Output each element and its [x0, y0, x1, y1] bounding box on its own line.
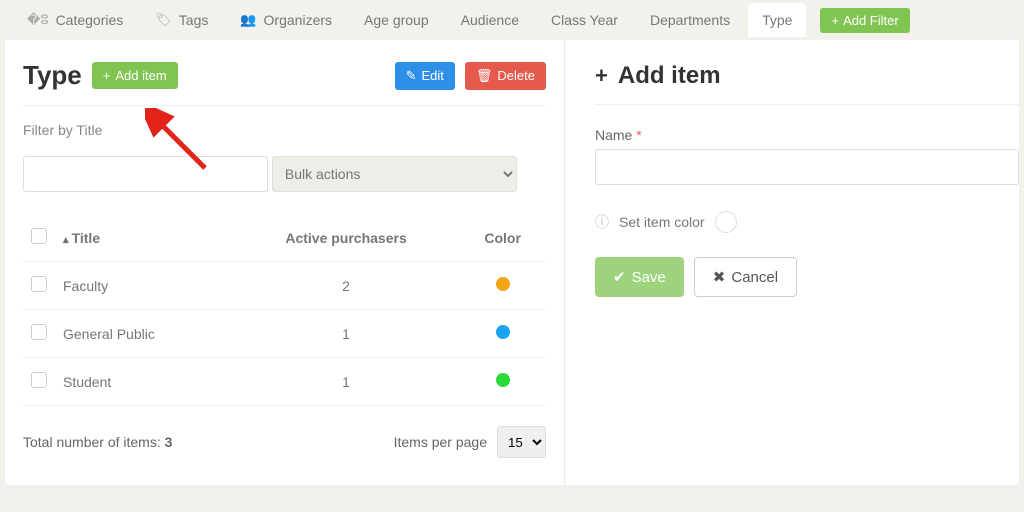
table-row: Student 1 [23, 358, 546, 406]
button-label: Delete [497, 68, 535, 83]
tab-departments[interactable]: Departments [636, 3, 744, 37]
sitemap-icon: �ⵓ [27, 12, 49, 28]
tab-label: Organizers [264, 12, 332, 28]
row-active: 1 [233, 310, 460, 358]
tab-class-year[interactable]: Class Year [537, 3, 632, 37]
tab-type[interactable]: Type [748, 3, 806, 37]
tab-age-group[interactable]: Age group [350, 3, 443, 37]
bulk-actions-select[interactable]: Bulk actions [272, 156, 517, 192]
tab-tags[interactable]: 🏷 Tags [141, 3, 222, 37]
tab-label: Tags [179, 12, 209, 28]
button-label: Cancel [731, 269, 778, 286]
close-icon: ✖ [713, 268, 726, 286]
table-row: Faculty 2 [23, 262, 546, 310]
plus-icon: + [595, 63, 608, 89]
row-checkbox[interactable] [31, 276, 47, 292]
table-row: General Public 1 [23, 310, 546, 358]
row-checkbox[interactable] [31, 324, 47, 340]
tab-label: Departments [650, 12, 730, 28]
button-label: Edit [422, 68, 444, 83]
color-dot [496, 373, 510, 387]
sort-asc-icon: ▴ [63, 234, 72, 246]
tabs-bar: �ⵓ Categories 🏷 Tags 👥 Organizers Age gr… [5, 0, 1019, 40]
edit-button[interactable]: ✎ Edit [395, 62, 455, 90]
tags-icon: 🏷 [155, 12, 172, 28]
column-title[interactable]: ▴ Title [55, 214, 233, 262]
page-title: Type [23, 60, 82, 91]
plus-icon: + [103, 68, 111, 83]
tab-categories[interactable]: �ⵓ Categories [13, 3, 137, 37]
tab-label: Categories [56, 12, 124, 28]
tab-organizers[interactable]: 👥 Organizers [226, 3, 346, 37]
set-item-color-label: Set item color [619, 214, 705, 230]
add-item-heading: + Add item [595, 62, 1019, 105]
filter-by-title-label: Filter by Title [23, 122, 546, 138]
name-field-label: Name * [595, 127, 1019, 143]
tab-label: Audience [461, 12, 519, 28]
info-icon: ⓘ [595, 212, 609, 232]
color-dot [496, 277, 510, 291]
items-per-page-label: Items per page [394, 434, 487, 450]
save-button[interactable]: ✔ Save [595, 257, 684, 297]
total-count: Total number of items: 3 [23, 434, 172, 450]
tab-label: Type [762, 12, 792, 28]
users-icon: 👥 [240, 12, 256, 28]
filter-title-input[interactable] [23, 156, 268, 192]
button-label: Add Filter [843, 13, 899, 28]
button-label: Save [632, 269, 666, 286]
tab-label: Class Year [551, 12, 618, 28]
cancel-button[interactable]: ✖ Cancel [694, 257, 797, 297]
required-mark: * [636, 127, 641, 143]
add-filter-button[interactable]: + Add Filter [820, 8, 909, 33]
tab-label: Age group [364, 12, 429, 28]
row-checkbox[interactable] [31, 372, 47, 388]
select-all-checkbox[interactable] [31, 228, 47, 244]
row-title[interactable]: Student [55, 358, 233, 406]
pencil-icon: ✎ [406, 68, 417, 84]
trash-icon: 🗑 [476, 68, 493, 84]
column-color[interactable]: Color [459, 214, 546, 262]
items-per-page-select[interactable]: 15 [497, 426, 546, 458]
row-active: 1 [233, 358, 460, 406]
add-item-button[interactable]: + Add item [92, 62, 178, 89]
tab-audience[interactable]: Audience [447, 3, 533, 37]
check-icon: ✔ [613, 268, 626, 286]
button-label: Add item [115, 68, 166, 83]
item-color-swatch[interactable] [715, 211, 737, 233]
name-input[interactable] [595, 149, 1019, 185]
plus-icon: + [831, 13, 839, 28]
items-table: ▴ Title Active purchasers Color Faculty … [23, 214, 546, 406]
row-active: 2 [233, 262, 460, 310]
row-title[interactable]: Faculty [55, 262, 233, 310]
delete-button[interactable]: 🗑 Delete [465, 62, 546, 90]
color-dot [496, 325, 510, 339]
row-title[interactable]: General Public [55, 310, 233, 358]
column-active[interactable]: Active purchasers [233, 214, 460, 262]
